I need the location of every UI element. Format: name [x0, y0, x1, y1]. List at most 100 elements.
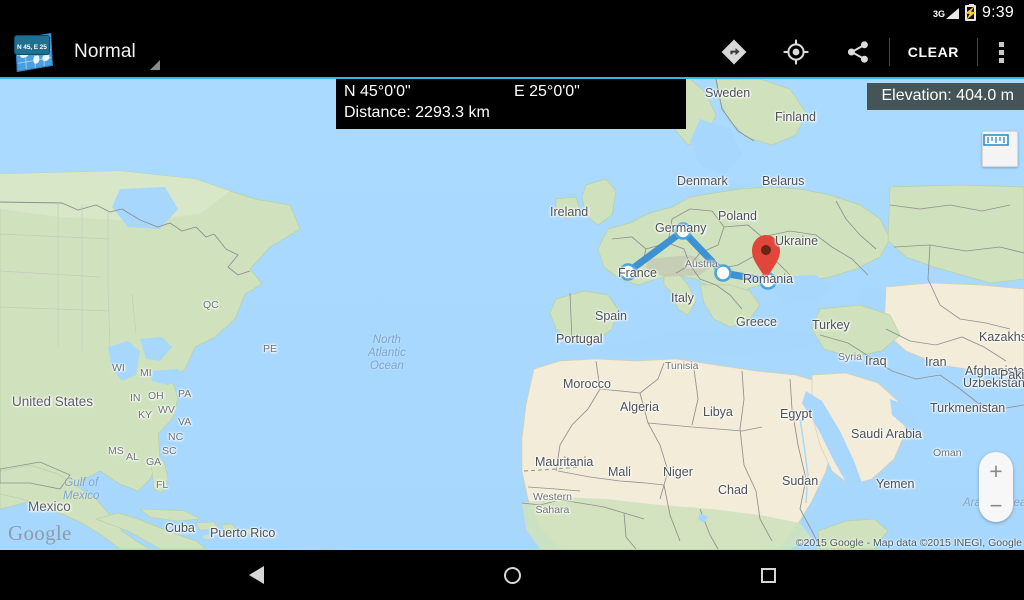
coordinate-tag: N 45, E 25 [14, 35, 50, 55]
map-label: IN [130, 392, 141, 404]
map-label: Romania [743, 272, 794, 286]
map-label: VA [178, 416, 192, 428]
map-label: Pakis [1000, 368, 1024, 382]
map-label: Greece [736, 315, 777, 329]
map-label: Saudi Arabia [851, 427, 922, 441]
map-label: United States [12, 394, 94, 409]
clear-button[interactable]: CLEAR [890, 26, 977, 78]
map-label: MS [108, 445, 124, 457]
elevation-badge: Elevation: 404.0 m [867, 83, 1024, 110]
map-label: France [618, 266, 657, 280]
zoom-controls: + − [979, 452, 1013, 522]
map-label: Ukraine [775, 234, 819, 248]
bolt-glyph: ⚡ [963, 6, 979, 20]
map-label: GA [146, 456, 162, 468]
map-label: Italy [671, 291, 694, 305]
status-bar: 3G ⚡ 9:39 [0, 0, 1024, 26]
map-label: Syria [838, 351, 862, 363]
status-bar-clock: 9:39 [982, 4, 1014, 21]
zoom-in-button[interactable]: + [979, 452, 1013, 490]
nav-recents-button[interactable] [711, 550, 825, 600]
map-label: AL [126, 451, 139, 463]
my-location-button[interactable] [765, 26, 827, 78]
network-label: 3G [933, 8, 946, 19]
map-label: Finland [775, 110, 816, 124]
map-label: MI [140, 367, 152, 379]
action-bar-buttons: CLEAR [703, 26, 1024, 78]
map-label: Poland [718, 209, 757, 223]
signal-bars-icon [946, 7, 960, 19]
nav-home-button[interactable] [455, 550, 569, 600]
map-label: Mauritania [535, 455, 594, 469]
overflow-menu-button[interactable] [978, 26, 1024, 78]
battery-charging-icon: ⚡ [963, 4, 979, 21]
map-label: Belarus [762, 174, 805, 188]
map-label: Morocco [563, 377, 611, 391]
map-label: WV [158, 404, 175, 416]
map-label: Egypt [780, 407, 812, 421]
map-app-icon[interactable]: N 45, E 25 [14, 32, 54, 73]
coordinate-info-panel: N 45°0'0" E 25°0'0" Distance: 2293.3 km [336, 79, 686, 129]
map-water-label: Gulf of Mexico [63, 477, 100, 502]
map-label: PA [178, 388, 192, 400]
map-label: Mali [608, 465, 631, 479]
measure-ruler-button[interactable] [982, 131, 1018, 167]
map-vector-layer [0, 79, 1024, 550]
map-label: Austria [685, 258, 718, 270]
crosshair-icon [783, 39, 809, 65]
share-button[interactable] [827, 26, 889, 78]
map-label: NC [168, 431, 184, 443]
map-label: Libya [703, 405, 733, 419]
home-icon [503, 566, 521, 584]
android-screen: 3G ⚡ 9:39 N 45, E 25 Normal CLEAR Sweden… [0, 0, 1024, 600]
map-canvas[interactable]: Sweden Finland Denmark Belarus Ireland Poland… [0, 79, 1024, 550]
ruler-icon [983, 134, 1009, 146]
android-navigation-bar [0, 550, 1024, 600]
network-3g-indicator: 3G [933, 7, 960, 19]
map-label: Sudan [782, 474, 819, 488]
google-watermark: Google [8, 521, 72, 545]
map-label: Niger [663, 465, 693, 479]
map-label: Iran [925, 355, 947, 369]
map-label: Iraq [865, 354, 887, 368]
share-icon [847, 41, 868, 63]
map-label: Ireland [550, 205, 589, 219]
back-icon [248, 566, 264, 584]
map-label: KY [138, 409, 153, 421]
longitude-value: E 25°0'0" [514, 83, 580, 100]
map-label: Turkmenistan [930, 401, 1006, 415]
latitude-value: N 45°0'0" [344, 83, 411, 100]
distance-value: Distance: 2293.3 km [344, 104, 490, 121]
nav-back-button[interactable] [199, 550, 313, 600]
map-attribution: ©2015 Google - Map data ©2015 INEGI, Goo… [795, 537, 1022, 549]
map-label: Cuba [165, 521, 195, 535]
map-label: Chad [718, 483, 748, 497]
map-label: OH [148, 390, 164, 402]
map-label: Portugal [556, 332, 603, 346]
map-water-label: North Atlantic Ocean [368, 334, 406, 372]
map-label: Turkey [812, 318, 850, 332]
map-label: Kazakhstan [979, 330, 1024, 344]
recents-icon [760, 567, 776, 583]
map-label: FL [156, 479, 169, 491]
page-title: Normal [74, 41, 136, 62]
directions-button[interactable] [703, 26, 765, 78]
map-label: Denmark [677, 174, 728, 188]
map-label: Oman [933, 447, 962, 459]
directions-icon [721, 39, 747, 65]
map-label: Western Sahara [533, 491, 572, 516]
map-label: Spain [595, 309, 627, 323]
map-label: Tunisia [665, 360, 699, 372]
map-label: QC [203, 299, 219, 311]
map-label: Sweden [705, 86, 751, 100]
map-label: PE [263, 343, 278, 355]
coordinate-tag-label: N 45, E 25 [17, 44, 47, 51]
map-label: Algeria [620, 400, 659, 414]
map-label: Yemen [876, 477, 915, 491]
action-bar: N 45, E 25 Normal CLEAR [0, 26, 1024, 78]
map-label: WI [112, 362, 125, 374]
map-label: Germany [655, 221, 707, 235]
dropdown-caret-icon[interactable] [149, 60, 160, 70]
map-label: SC [162, 445, 177, 457]
map-label: Puerto Rico [210, 526, 276, 540]
